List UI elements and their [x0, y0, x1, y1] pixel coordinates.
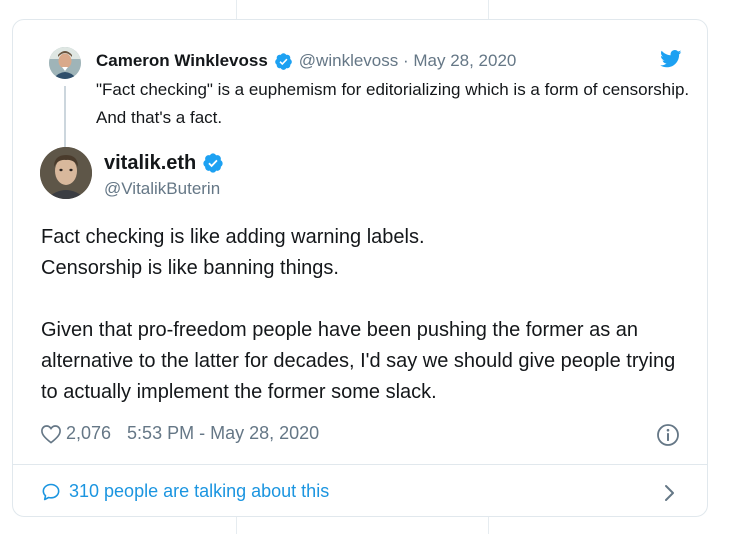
twitter-bird-icon[interactable]	[660, 50, 682, 68]
chevron-right-icon[interactable]	[663, 482, 677, 504]
tweet-paragraph: Censorship is like banning things.	[41, 257, 339, 279]
tweet-timestamp[interactable]: 5:53 PM - May 28, 2020	[127, 423, 319, 444]
tweet-meta-row: 2,076 5:53 PM - May 28, 2020	[40, 423, 319, 444]
tweet-paragraph: Given that pro-freedom people have been …	[41, 319, 676, 403]
info-icon[interactable]	[656, 423, 680, 447]
user-avatar-icon	[49, 47, 81, 79]
quoted-tweet-header: Cameron Winklevoss @winklevoss · May 28,…	[96, 50, 516, 72]
author-name-row: vitalik.eth	[104, 151, 224, 175]
author-handle[interactable]: @VitalikButerin	[104, 178, 220, 200]
card-divider	[13, 464, 707, 465]
tweet-embed-card[interactable]: Cameron Winklevoss @winklevoss · May 28,…	[12, 19, 708, 517]
tweet-paragraph: Fact checking is like adding warning lab…	[41, 226, 425, 248]
quoted-author-avatar[interactable]	[49, 47, 81, 79]
verified-badge-icon	[203, 153, 223, 173]
heart-icon[interactable]	[40, 424, 62, 444]
comment-icon	[42, 483, 60, 500]
talking-label[interactable]: 310 people are talking about this	[69, 481, 329, 502]
conversation-link[interactable]: 310 people are talking about this	[41, 481, 329, 502]
author-name[interactable]: vitalik.eth	[104, 151, 196, 175]
like-count[interactable]: 2,076	[66, 423, 111, 444]
page: Cameron Winklevoss @winklevoss · May 28,…	[0, 0, 729, 534]
verified-badge-icon	[274, 52, 292, 70]
author-avatar[interactable]	[40, 147, 92, 199]
thread-connector-line	[64, 86, 66, 148]
quoted-handle-date[interactable]: @winklevoss · May 28, 2020	[299, 50, 517, 72]
tweet-body: Fact checking is like adding warning lab…	[41, 222, 691, 408]
quoted-tweet-text: "Fact checking" is a euphemism for edito…	[96, 80, 690, 127]
user-avatar-icon	[40, 147, 92, 199]
quoted-author-name[interactable]: Cameron Winklevoss	[96, 50, 268, 72]
